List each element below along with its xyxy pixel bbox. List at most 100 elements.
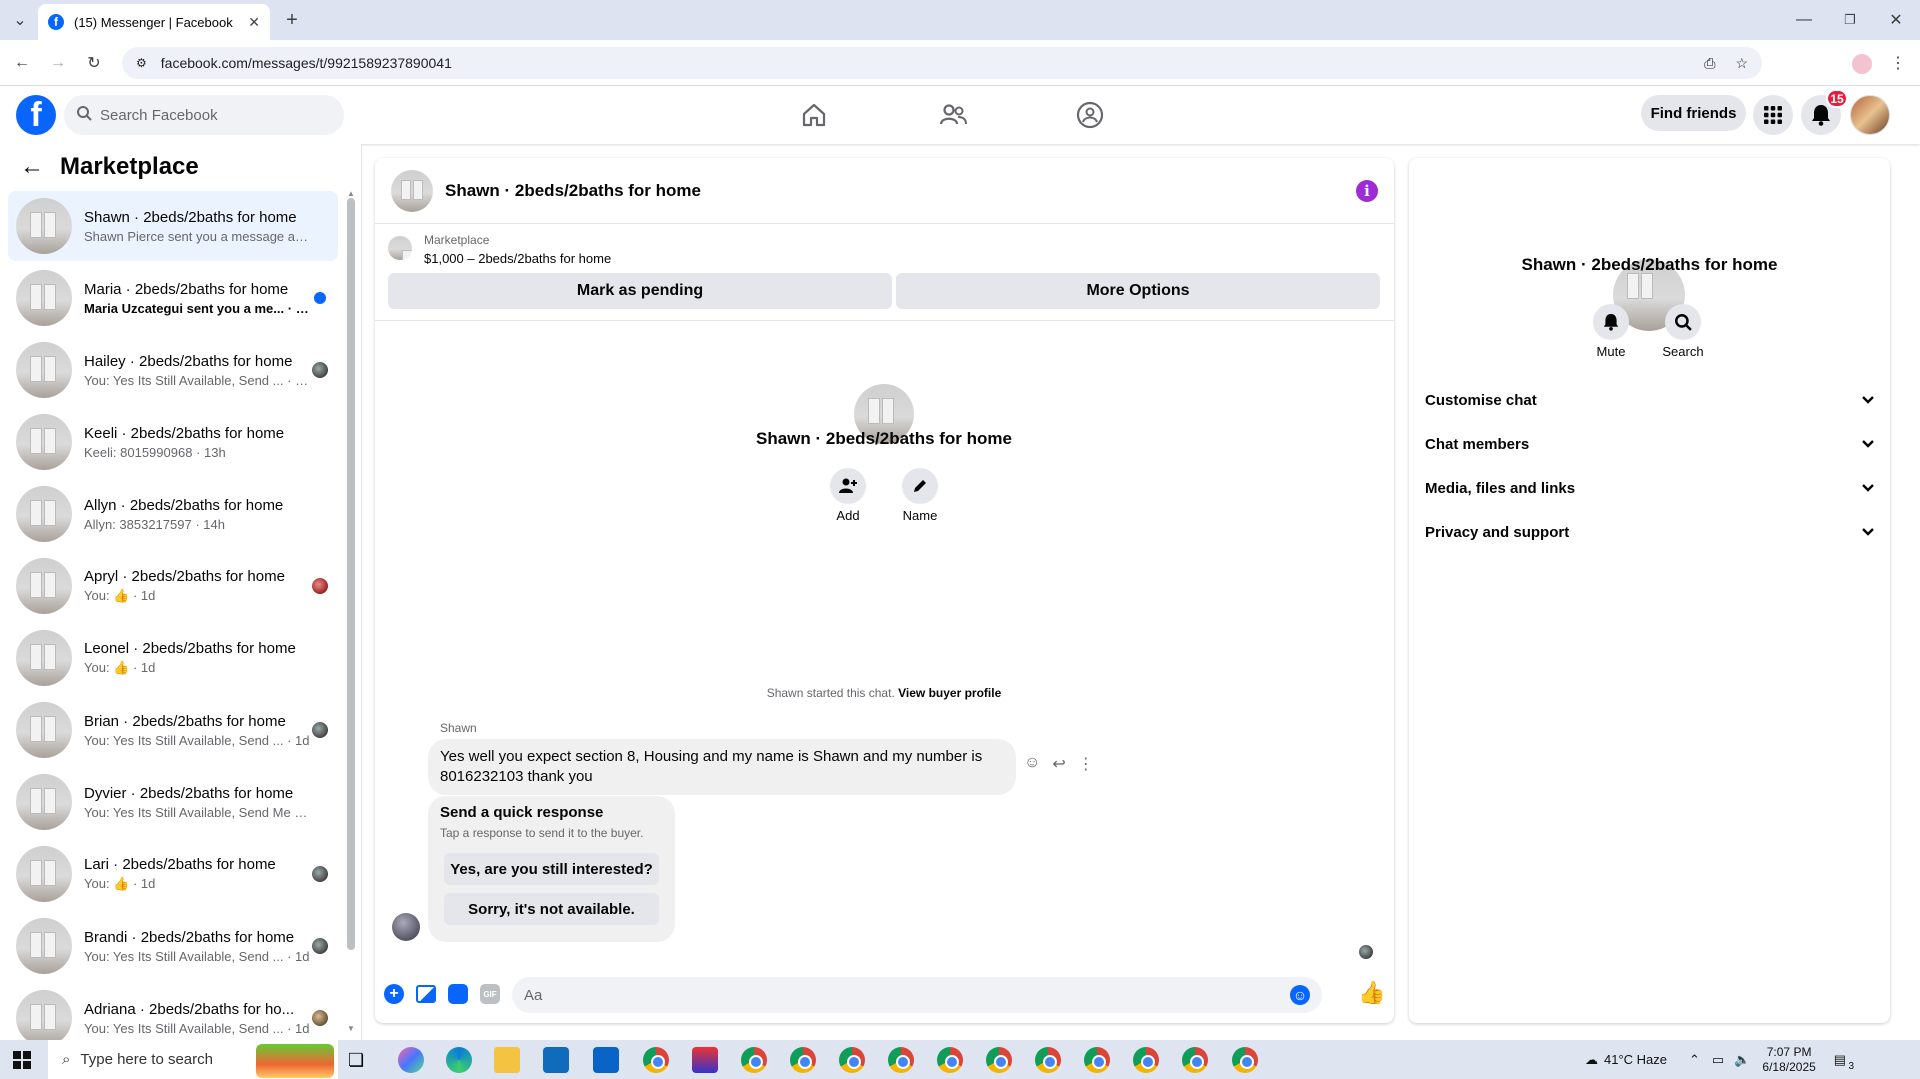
add-person-button[interactable] — [830, 468, 866, 504]
info-icon[interactable]: i — [1356, 179, 1378, 202]
new-tab-button[interactable]: + — [278, 6, 306, 34]
copilot-icon[interactable] — [398, 1047, 424, 1073]
view-buyer-profile-link[interactable]: View buyer profile — [898, 686, 1001, 700]
home-nav-icon[interactable] — [759, 87, 869, 143]
reply-icon[interactable]: ↩ — [1052, 754, 1065, 774]
find-friends-button[interactable]: Find friends — [1641, 95, 1746, 131]
preview-time: · 1d — [132, 660, 156, 675]
conversation-item[interactable]: Lari · 2beds/2baths for home You: 👍 · 1d — [8, 839, 338, 909]
emoji-icon[interactable]: ☺ — [1290, 985, 1310, 1005]
chrome-icon[interactable] — [1035, 1047, 1061, 1073]
weather-icon[interactable]: ☁ — [1585, 1052, 1598, 1068]
conversation-item[interactable]: Keeli · 2beds/2baths for home Keeli: 8015… — [8, 407, 338, 477]
app-icon[interactable] — [692, 1047, 718, 1073]
details-section[interactable]: Media, files and links — [1425, 468, 1875, 508]
plus-circle-icon[interactable]: + — [384, 984, 404, 1004]
conversation-item[interactable]: Apryl · 2beds/2baths for home You: 👍 · 1d — [8, 551, 338, 621]
file-explorer-icon[interactable] — [494, 1047, 520, 1073]
chrome-icon[interactable] — [1133, 1047, 1159, 1073]
account-avatar[interactable] — [1850, 95, 1890, 135]
chrome-icon[interactable] — [1232, 1047, 1258, 1073]
quick-response-interested-button[interactable]: Yes, are you still interested? — [444, 853, 659, 885]
chat-avatar[interactable] — [391, 169, 433, 212]
address-bar[interactable]: ⚙ facebook.com/messages/t/99215892378900… — [122, 47, 1762, 79]
conversation-item[interactable]: Brian · 2beds/2baths for home You: Yes It… — [8, 695, 338, 765]
minimize-window-button[interactable]: — — [1790, 6, 1818, 34]
restore-window-button[interactable]: ❐ — [1836, 6, 1864, 34]
mute-button[interactable] — [1593, 304, 1629, 340]
action-center-icon[interactable]: ▤ 3 — [1834, 1052, 1854, 1072]
groups-nav-icon[interactable] — [1035, 87, 1145, 143]
search-in-conversation-button[interactable] — [1665, 304, 1701, 340]
scroll-up-arrow-icon[interactable]: ▲ — [347, 189, 355, 198]
conversation-item[interactable]: Leonel · 2beds/2baths for home You: 👍 · 1… — [8, 623, 338, 693]
volume-icon[interactable]: 🔈 — [1734, 1052, 1750, 1068]
weather-text[interactable]: 41°C Haze — [1604, 1052, 1667, 1067]
listing-title[interactable]: $1,000 – 2beds/2baths for home — [424, 251, 611, 266]
back-arrow-icon[interactable]: ← — [20, 153, 44, 181]
search-highlight-image — [256, 1044, 334, 1078]
mark-as-pending-button[interactable]: Mark as pending — [388, 273, 892, 309]
task-view-icon[interactable]: ❏ — [348, 1050, 364, 1071]
tab-search-chevron-icon[interactable]: ⌄ — [6, 6, 34, 34]
menu-grid-icon[interactable] — [1753, 95, 1793, 135]
chrome-icon[interactable] — [741, 1047, 767, 1073]
site-info-icon[interactable]: ⚙ — [136, 56, 147, 70]
edge-icon[interactable] — [446, 1047, 472, 1073]
photo-icon[interactable] — [416, 985, 436, 1003]
chat-title[interactable]: Shawn · 2beds/2baths for home — [445, 181, 1356, 201]
details-section[interactable]: Privacy and support — [1425, 512, 1875, 552]
conversation-item[interactable]: Shawn · 2beds/2baths for home Shawn Pierc… — [8, 191, 338, 261]
conversation-item[interactable]: Hailey · 2beds/2baths for home You: Yes I… — [8, 335, 338, 405]
sender-avatar[interactable] — [392, 913, 420, 941]
install-app-icon[interactable]: ⎙ — [1704, 55, 1715, 72]
conversation-list-scrollbar[interactable] — [347, 198, 355, 950]
conversation-item[interactable]: Dyvier · 2beds/2baths for home You: Yes I… — [8, 767, 338, 837]
browser-profile-icon[interactable] — [1852, 54, 1872, 74]
conversation-item[interactable]: Allyn · 2beds/2baths for home Allyn: 3853… — [8, 479, 338, 549]
edit-name-button[interactable] — [902, 468, 938, 504]
incoming-message[interactable]: Yes well you expect section 8, Housing a… — [428, 739, 1016, 795]
scroll-down-arrow-icon[interactable]: ▼ — [347, 1024, 355, 1033]
facebook-logo[interactable]: f — [16, 95, 56, 135]
browser-tab[interactable]: f (15) Messenger | Facebook ✕ — [38, 4, 270, 40]
chrome-icon[interactable] — [1084, 1047, 1110, 1073]
sticker-icon[interactable] — [448, 984, 468, 1004]
forward-button[interactable]: → — [44, 49, 72, 77]
quick-response-not-available-button[interactable]: Sorry, it's not available. — [444, 893, 659, 925]
listing-thumbnail[interactable] — [388, 236, 412, 260]
chrome-icon[interactable] — [643, 1047, 669, 1073]
more-actions-icon[interactable]: ⋮ — [1078, 754, 1094, 774]
chrome-icon[interactable] — [839, 1047, 865, 1073]
friends-nav-icon[interactable] — [898, 87, 1008, 143]
more-options-button[interactable]: More Options — [896, 273, 1380, 309]
clock[interactable]: 7:07 PM 6/18/2025 — [1762, 1045, 1815, 1075]
chrome-icon[interactable] — [790, 1047, 816, 1073]
close-tab-icon[interactable]: ✕ — [248, 14, 260, 31]
details-section[interactable]: Customise chat — [1425, 380, 1875, 420]
back-button[interactable]: ← — [8, 49, 36, 77]
message-input[interactable]: Aa ☺ — [512, 977, 1322, 1013]
reload-button[interactable]: ↻ — [80, 49, 108, 77]
chrome-icon[interactable] — [986, 1047, 1012, 1073]
chrome-icon[interactable] — [937, 1047, 963, 1073]
conversation-item[interactable]: Brandi · 2beds/2baths for home You: Yes I… — [8, 911, 338, 981]
add-person-icon — [839, 478, 857, 493]
browser-menu-icon[interactable]: ⋮ — [1884, 49, 1912, 77]
chrome-icon[interactable] — [1182, 1047, 1208, 1073]
bookmark-star-icon[interactable]: ☆ — [1735, 55, 1748, 72]
network-icon[interactable]: ▭ — [1712, 1052, 1724, 1068]
conversation-item[interactable]: Maria · 2beds/2baths for home Maria Uzcat… — [8, 263, 338, 333]
chrome-icon[interactable] — [888, 1047, 914, 1073]
gif-icon[interactable]: GIF — [480, 984, 500, 1004]
outlook-icon[interactable] — [593, 1047, 619, 1073]
thumbs-up-send-icon[interactable]: 👍 — [1358, 980, 1385, 1006]
windows-start-icon[interactable] — [13, 1051, 31, 1074]
facebook-search-input[interactable]: Search Facebook — [64, 95, 344, 135]
react-emoji-icon[interactable]: ☺ — [1024, 754, 1040, 774]
close-window-button[interactable]: ✕ — [1882, 6, 1910, 34]
details-section[interactable]: Chat members — [1425, 424, 1875, 464]
tray-chevron-icon[interactable]: ⌃ — [1689, 1052, 1700, 1068]
store-icon[interactable] — [543, 1047, 569, 1073]
preview-time: · 6h — [309, 229, 310, 244]
